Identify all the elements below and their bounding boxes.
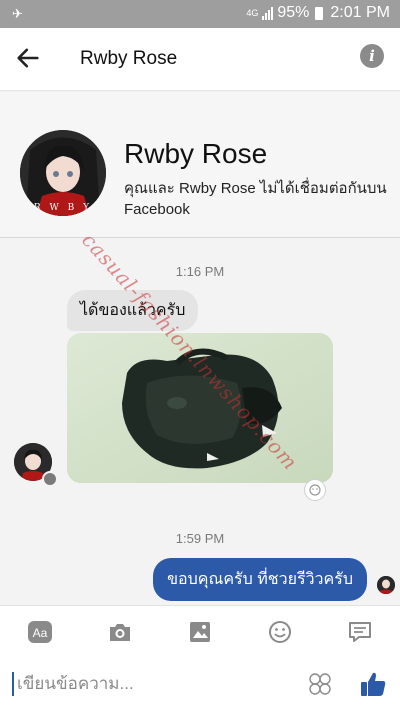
camera-icon[interactable] [107,619,133,645]
text-style-icon[interactable]: Aa [27,619,53,645]
emoji-icon[interactable] [267,619,293,645]
composer-toolbar: Aa [0,605,400,658]
clock: 2:01 PM [330,4,390,21]
battery-percent: 95% [277,4,310,21]
signal-icon [262,6,274,20]
message-timestamp: 1:59 PM [175,531,225,546]
conversation-header: Rwby Rose i [0,28,400,91]
connection-note: คุณและ Rwby Rose ไม่ได้เชื่อมต่อกันบน Fa… [124,180,387,218]
profile-card: R W B Y Rwby Rose คุณและ Rwby Rose ไม่ได… [0,92,400,238]
profile-avatar[interactable]: R W B Y [20,130,106,216]
more-chat-icon[interactable] [347,619,373,645]
sticker-icon[interactable] [308,672,332,696]
seen-avatar-icon [377,576,395,594]
header-title[interactable]: Rwby Rose [80,48,177,70]
status-bar: ✈ 4G 95% 2:01 PM [0,0,400,28]
message-input[interactable] [12,672,287,696]
message-timestamp: 1:16 PM [175,264,225,279]
gallery-icon[interactable] [187,619,213,645]
avatar-illustration-icon: R W B Y [20,130,106,216]
profile-name: Rwby Rose [124,138,268,169]
outgoing-message-bubble[interactable]: ขอบคุณครับ ที่ชวยรีวิวครับ [153,558,367,601]
airplane-notification-icon: ✈ [12,6,23,21]
battery-icon [315,6,324,20]
thumbs-up-icon[interactable] [358,669,388,699]
network-type: 4G [246,7,259,18]
messenger-badge-icon [42,471,58,487]
info-icon[interactable]: i [360,44,384,68]
avatar-lettering: R W B Y [34,203,92,213]
message-composer [0,658,400,711]
svg-text:Aa: Aa [33,626,48,640]
back-arrow-icon[interactable] [14,44,42,72]
